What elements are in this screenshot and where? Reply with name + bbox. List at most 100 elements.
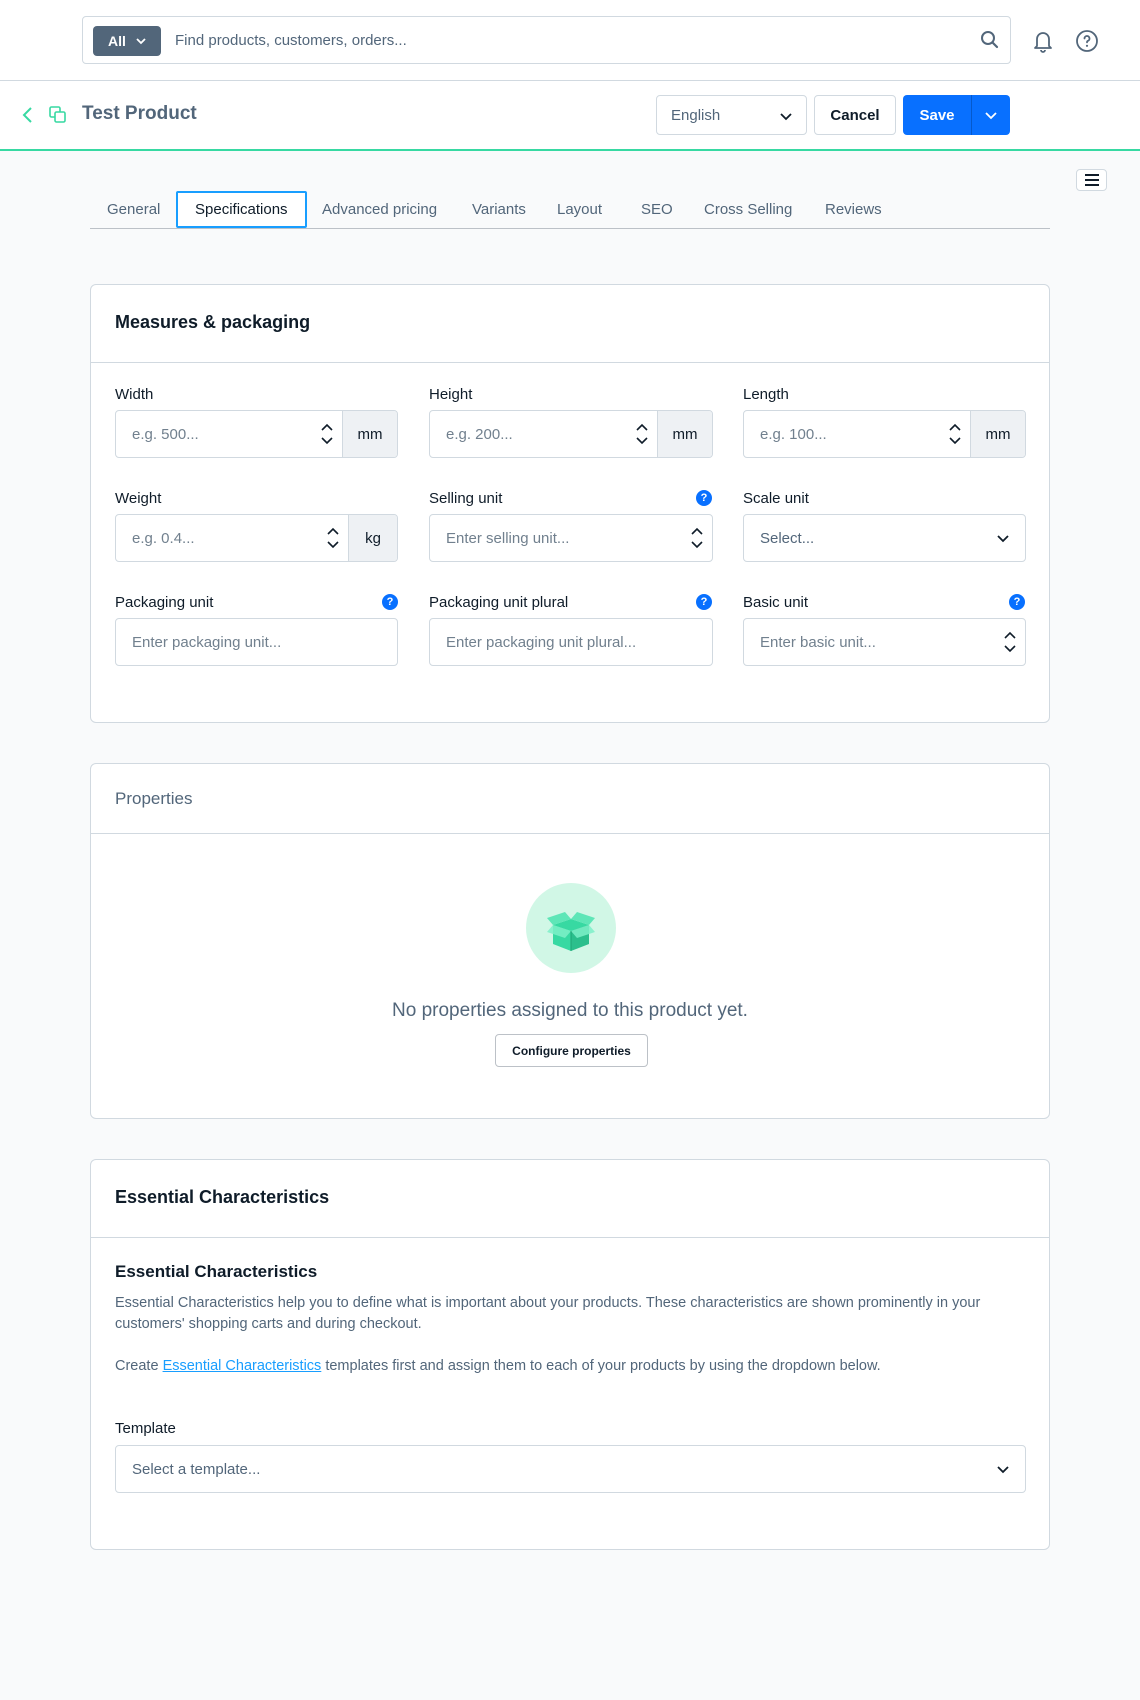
tab-advanced-pricing[interactable]: Advanced pricing: [305, 191, 454, 228]
help-tooltip-icon[interactable]: ?: [1009, 594, 1025, 610]
number-stepper[interactable]: [318, 515, 348, 561]
smart-bar: Test Product English Cancel Save: [0, 81, 1140, 151]
card-title: Properties: [115, 789, 193, 808]
width-label: Width: [115, 386, 154, 403]
selling-unit-input[interactable]: [430, 515, 682, 561]
hint-prefix: Create: [115, 1358, 163, 1374]
number-stepper[interactable]: [995, 619, 1025, 665]
global-search[interactable]: All: [82, 16, 1011, 64]
height-field[interactable]: mm: [429, 410, 713, 458]
height-input[interactable]: [430, 411, 627, 457]
number-stepper[interactable]: [940, 411, 970, 457]
packaging-unit-plural-field[interactable]: [429, 618, 713, 666]
copy-icon[interactable]: [49, 106, 67, 124]
weight-field[interactable]: kg: [115, 514, 398, 562]
tab-cross-selling[interactable]: Cross Selling: [687, 191, 809, 228]
basic-unit-label: Basic unit: [743, 594, 809, 611]
chevron-up-icon[interactable]: [949, 423, 961, 431]
scale-unit-label: Scale unit: [743, 490, 809, 507]
template-label: Template: [115, 1420, 176, 1437]
help-tooltip-icon[interactable]: ?: [696, 490, 712, 506]
chevron-up-icon[interactable]: [321, 423, 333, 431]
search-type-label: All: [108, 33, 126, 49]
help-tooltip-icon[interactable]: ?: [382, 594, 398, 610]
essential-characteristics-card: Essential Characteristics Essential Char…: [90, 1159, 1050, 1550]
height-label: Height: [429, 386, 473, 403]
chevron-down-icon[interactable]: [1004, 645, 1016, 653]
packaging-unit-field[interactable]: [115, 618, 398, 666]
empty-state-illustration: [526, 883, 616, 973]
back-arrow-icon[interactable]: [20, 105, 36, 125]
chevron-down-icon[interactable]: [949, 437, 961, 445]
number-stepper[interactable]: [312, 411, 342, 457]
tab-variants[interactable]: Variants: [455, 191, 543, 228]
bell-icon[interactable]: [1030, 28, 1056, 54]
chevron-down-icon: [997, 1466, 1009, 1474]
product-tabs: General Specifications Advanced pricing …: [90, 191, 1050, 229]
cancel-button[interactable]: Cancel: [814, 95, 896, 135]
chevron-down-icon[interactable]: [321, 437, 333, 445]
unit-suffix: mm: [657, 411, 712, 457]
help-icon[interactable]: [1075, 29, 1099, 53]
language-switch[interactable]: English: [656, 95, 807, 135]
chevron-down-icon[interactable]: [636, 437, 648, 445]
sidebar-toggle-button[interactable]: [1076, 169, 1107, 191]
chevron-up-icon[interactable]: [691, 527, 703, 535]
template-select[interactable]: Select a template...: [115, 1445, 1026, 1493]
search-type-dropdown[interactable]: All: [93, 26, 161, 56]
width-field[interactable]: mm: [115, 410, 398, 458]
basic-unit-field[interactable]: [743, 618, 1026, 666]
configure-properties-button[interactable]: Configure properties: [495, 1034, 648, 1067]
help-tooltip-icon[interactable]: ?: [696, 594, 712, 610]
tab-reviews[interactable]: Reviews: [808, 191, 899, 228]
chevron-up-icon[interactable]: [327, 527, 339, 535]
packaging-unit-input[interactable]: [116, 619, 397, 665]
hint-suffix: templates first and assign them to each …: [321, 1358, 881, 1374]
template-value: Select a template...: [132, 1460, 261, 1478]
width-input[interactable]: [116, 411, 312, 457]
tab-general[interactable]: General: [90, 191, 177, 228]
length-input[interactable]: [744, 411, 940, 457]
chevron-up-icon[interactable]: [1004, 631, 1016, 639]
chevron-down-icon: [985, 112, 997, 120]
chevron-down-icon[interactable]: [327, 541, 339, 549]
basic-unit-input[interactable]: [744, 619, 995, 665]
length-field[interactable]: mm: [743, 410, 1026, 458]
chevron-down-icon: [780, 113, 792, 121]
packaging-unit-plural-input[interactable]: [430, 619, 712, 665]
chevron-down-icon[interactable]: [691, 541, 703, 549]
open-box-icon: [547, 912, 595, 951]
card-header: Properties: [91, 764, 1049, 834]
card-title: Measures & packaging: [115, 312, 311, 332]
length-label: Length: [743, 386, 789, 403]
chevron-down-icon: [136, 38, 146, 45]
tab-layout[interactable]: Layout: [540, 191, 619, 228]
tab-seo[interactable]: SEO: [624, 191, 690, 228]
number-stepper[interactable]: [627, 411, 657, 457]
save-button[interactable]: Save: [903, 95, 971, 135]
selling-unit-label: Selling unit: [429, 490, 503, 507]
number-stepper[interactable]: [682, 515, 712, 561]
create-templates-hint: Create Essential Characteristics templat…: [115, 1358, 1027, 1374]
packaging-unit-label: Packaging unit: [115, 594, 214, 611]
scale-unit-value: Select...: [760, 529, 815, 547]
search-icon[interactable]: [979, 29, 1001, 51]
properties-card: Properties No properties assigned to thi…: [90, 763, 1050, 1119]
weight-input[interactable]: [116, 515, 318, 561]
empty-state-text: No properties assigned to this product y…: [392, 1000, 748, 1021]
language-label: English: [671, 106, 721, 124]
selling-unit-field[interactable]: [429, 514, 713, 562]
save-options-button[interactable]: [971, 95, 1010, 135]
card-header: Measures & packaging: [91, 285, 1049, 363]
measures-packaging-card: Measures & packaging Width mm Height mm …: [90, 284, 1050, 723]
unit-suffix: mm: [970, 411, 1025, 457]
chevron-down-icon: [997, 535, 1009, 543]
chevron-up-icon[interactable]: [636, 423, 648, 431]
top-search-bar: All: [0, 0, 1140, 81]
scale-unit-select[interactable]: Select...: [743, 514, 1026, 562]
card-header: Essential Characteristics: [91, 1160, 1049, 1238]
packaging-unit-plural-label: Packaging unit plural: [429, 594, 569, 611]
essential-characteristics-link[interactable]: Essential Characteristics: [163, 1358, 322, 1374]
tab-specifications[interactable]: Specifications: [176, 191, 307, 228]
search-input[interactable]: [175, 18, 955, 62]
